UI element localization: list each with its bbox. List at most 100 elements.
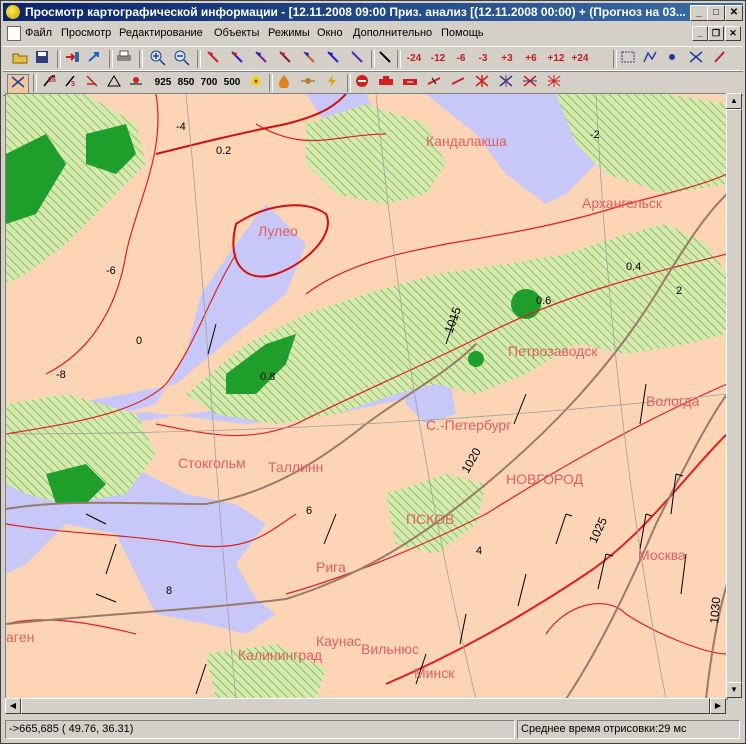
step-minus12-button[interactable]: -12 [427,50,449,68]
value-label: 0.2 [216,145,231,157]
step-plus6-label: +6 [525,53,537,64]
print-icon[interactable] [115,50,133,68]
select-area-icon[interactable] [619,50,637,68]
level-700-label: 700 [200,77,218,88]
lightning-icon[interactable] [323,74,341,92]
wind-flag-blue-icon[interactable] [229,50,245,68]
save-icon[interactable] [33,50,51,68]
scroll-left-button[interactable]: ◀ [5,698,21,714]
isobar-1030-label: 1030 [707,596,723,624]
import-icon[interactable] [63,50,81,68]
step-plus3-button[interactable]: +3 [497,50,517,68]
step-plus24-button[interactable]: +24 [569,50,591,68]
station-wind-icon[interactable]: 35 [39,74,57,92]
wind-flag-darkred-icon[interactable] [277,50,293,68]
toolbar-main: -24 -12 -6 -3 +3 +6 +12 +24 [3,46,743,72]
step-plus6-button[interactable]: +6 [521,50,541,68]
level-925-button[interactable]: 925 [153,74,173,92]
menu-file[interactable]: Файл [25,27,52,39]
city-petrozavodsk: Петрозаводск [508,343,598,359]
step-minus6-label: -6 [456,53,466,64]
level-500-button[interactable]: 500 [222,74,242,92]
wind-flag-purple-icon[interactable] [253,50,269,68]
map-canvas[interactable]: Лулео Петрозаводск С.-Петербург Вологда … [5,93,728,700]
wind-flag-violet-icon[interactable] [349,50,365,68]
value-label: -2 [590,129,600,141]
nuclear-icon[interactable] [247,74,265,92]
city-lulea: Лулео [258,223,298,239]
city-stockholm: Стокгольм [178,455,246,471]
mdi-minimize-button[interactable]: _ [692,26,708,41]
horizontal-scrollbar[interactable]: ◀ ▶ [5,698,726,714]
front-icon[interactable] [105,74,123,92]
step-minus24-label: -24 [406,53,422,64]
line-tool-icon[interactable] [377,50,393,68]
app-icon [6,5,20,19]
hatch-icon[interactable] [473,74,491,92]
cloud-icon[interactable] [127,74,145,92]
step-plus12-label: +12 [547,53,565,64]
svg-text:3: 3 [71,81,75,88]
hatch-dense-icon[interactable] [545,74,563,92]
menu-objects[interactable]: Объекты [214,27,259,39]
vehicle-icon[interactable] [377,74,395,92]
station-symbol-icon[interactable] [83,74,101,92]
menu-window[interactable]: Окно [317,27,343,39]
menu-modes[interactable]: Режимы [268,27,310,39]
step-plus12-button[interactable]: +12 [545,50,567,68]
scroll-right-button[interactable]: ▶ [710,698,726,714]
horizontal-scroll-thumb[interactable] [21,698,710,714]
minimize-button[interactable]: _ [690,5,708,21]
value-label: 8 [166,585,172,597]
city-kaunas: Каунас [316,633,361,649]
step-plus3-label: +3 [501,53,513,64]
fire-icon[interactable] [275,74,293,92]
mdi-restore-button[interactable]: ❐ [708,26,724,41]
aircraft-icon[interactable] [425,74,443,92]
export-icon[interactable] [85,50,103,68]
cursor-position: ->665,685 ( 49.76, 36.31) [5,720,515,739]
zoom-in-icon[interactable] [149,50,167,68]
menu-help[interactable]: Помощь [441,27,484,39]
aircraft-variant-icon[interactable] [449,74,467,92]
scroll-up-button[interactable]: ▲ [726,93,742,109]
zoom-out-icon[interactable] [173,50,191,68]
step-minus24-button[interactable]: -24 [403,50,425,68]
wind-flag-blue2-icon[interactable] [325,50,341,68]
satellite-icon[interactable] [299,74,317,92]
value-label: -4 [176,121,186,133]
maximize-button[interactable]: □ [707,5,725,21]
city-tallinn: Таллинн [268,459,323,475]
menu-additional[interactable]: Дополнительно [353,27,432,39]
map-mode-icon[interactable] [7,74,29,94]
edit-point-icon[interactable] [663,50,681,68]
step-minus6-button[interactable]: -6 [451,50,471,68]
hatch-grid-icon[interactable] [521,74,539,92]
step-minus3-button[interactable]: -3 [473,50,493,68]
vertical-scroll-thumb[interactable] [726,109,742,695]
pen-icon[interactable] [711,50,729,68]
open-folder-icon[interactable] [11,50,29,68]
hatch-blue-icon[interactable] [497,74,515,92]
level-850-button[interactable]: 850 [176,74,196,92]
close-button[interactable]: ✕ [725,5,743,21]
wind-flag-orange-icon[interactable] [301,50,317,68]
menu-edit[interactable]: Редактирование [119,27,203,39]
menu-view[interactable]: Просмотр [61,27,111,39]
cross-tool-icon[interactable] [687,50,705,68]
level-925-label: 925 [154,77,172,88]
vertical-scrollbar[interactable]: ▲ ▼ [726,93,742,698]
polyline-icon[interactable] [641,50,659,68]
level-700-button[interactable]: 700 [199,74,219,92]
scroll-down-button[interactable]: ▼ [726,682,742,698]
vehicle-arrow-icon[interactable] [401,74,419,92]
wind-flag-red-icon[interactable] [205,50,221,68]
value-label: -8 [56,369,66,381]
station-temp-icon[interactable]: 3 [61,74,79,92]
city-novgorod: НОВГОРОД [506,471,584,487]
city-vologda: Вологда [646,393,700,409]
city-arkhangelsk: Архангельск [582,195,663,211]
document-icon[interactable] [7,26,21,41]
red-circle-icon[interactable] [353,74,371,92]
mdi-close-button[interactable]: ✕ [725,26,741,41]
